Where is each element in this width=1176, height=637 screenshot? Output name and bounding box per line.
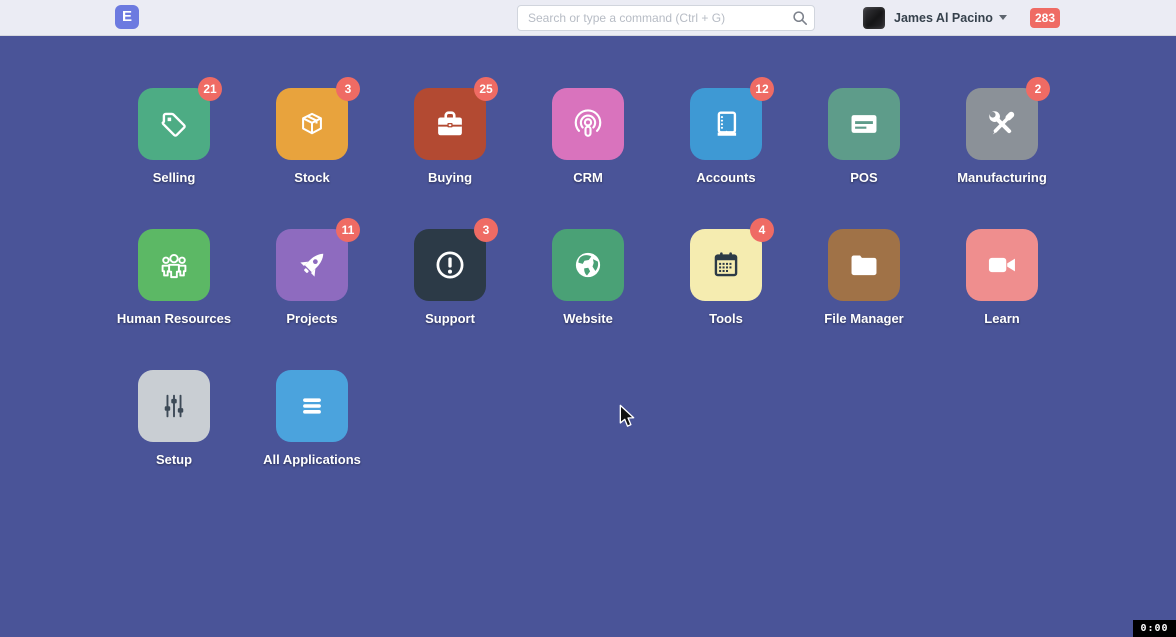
module-label: Learn: [984, 311, 1019, 326]
module-label: Accounts: [696, 170, 755, 185]
user-name: James Al Pacino: [894, 11, 993, 25]
search-icon: [792, 10, 808, 26]
module-cell: All Applications: [243, 370, 381, 467]
app-tile-website[interactable]: [552, 229, 624, 301]
module-label: Tools: [709, 311, 743, 326]
module-label: Selling: [153, 170, 196, 185]
notification-badge: 11: [336, 218, 360, 242]
module-label: All Applications: [263, 452, 361, 467]
user-avatar: [863, 7, 885, 29]
app-tile-tools[interactable]: 4: [690, 229, 762, 301]
menu-icon: [293, 387, 331, 425]
globe-icon: [569, 246, 607, 284]
app-logo[interactable]: E: [115, 5, 139, 29]
people-icon: [155, 246, 193, 284]
notification-badge: 21: [198, 77, 222, 101]
module-cell: 3 Stock: [243, 88, 381, 185]
module-cell: Human Resources: [105, 229, 243, 326]
chevron-down-icon: [999, 15, 1007, 20]
tag-icon: [155, 105, 193, 143]
module-label: Buying: [428, 170, 472, 185]
notification-badge: 25: [474, 77, 498, 101]
exclamation-circle-icon: [431, 246, 469, 284]
rocket-icon: [293, 246, 331, 284]
user-menu[interactable]: James Al Pacino: [863, 0, 1007, 35]
app-tile-stock[interactable]: 3: [276, 88, 348, 160]
app-tile-crm[interactable]: [552, 88, 624, 160]
module-label: Stock: [294, 170, 329, 185]
app-tile-all-applications[interactable]: [276, 370, 348, 442]
top-navbar: E James Al Pacino 283: [0, 0, 1176, 36]
sliders-icon: [155, 387, 193, 425]
module-cell: 3 Support: [381, 229, 519, 326]
calendar-icon: [707, 246, 745, 284]
module-label: Setup: [156, 452, 192, 467]
folder-icon: [845, 246, 883, 284]
podcast-icon: [569, 105, 607, 143]
app-tile-manufacturing[interactable]: 2: [966, 88, 1038, 160]
app-tile-selling[interactable]: 21: [138, 88, 210, 160]
module-cell: Setup: [105, 370, 243, 467]
notification-badge: 2: [1026, 77, 1050, 101]
module-label: Support: [425, 311, 475, 326]
module-cell: POS: [795, 88, 933, 185]
app-tile-human-resources[interactable]: [138, 229, 210, 301]
book-icon: [707, 105, 745, 143]
app-tile-buying[interactable]: 25: [414, 88, 486, 160]
module-label: Projects: [286, 311, 337, 326]
video-camera-icon: [983, 246, 1021, 284]
module-cell: 11 Projects: [243, 229, 381, 326]
module-cell: Learn: [933, 229, 1071, 326]
app-tile-file-manager[interactable]: [828, 229, 900, 301]
module-cell: 4 Tools: [657, 229, 795, 326]
notification-badge: 4: [750, 218, 774, 242]
wrench-screwdriver-icon: [983, 105, 1021, 143]
search-input[interactable]: [517, 5, 815, 31]
module-cell: 12 Accounts: [657, 88, 795, 185]
notification-count-badge[interactable]: 283: [1030, 8, 1060, 28]
app-tile-accounts[interactable]: 12: [690, 88, 762, 160]
notification-badge: 3: [474, 218, 498, 242]
module-cell: CRM: [519, 88, 657, 185]
module-label: POS: [850, 170, 877, 185]
briefcase-icon: [431, 105, 469, 143]
app-tile-projects[interactable]: 11: [276, 229, 348, 301]
module-label: Website: [563, 311, 613, 326]
module-cell: Website: [519, 229, 657, 326]
app-tile-pos[interactable]: [828, 88, 900, 160]
module-label: Human Resources: [117, 311, 231, 326]
recording-timer: 0:00: [1133, 620, 1176, 637]
global-search: [517, 5, 815, 31]
app-tile-setup[interactable]: [138, 370, 210, 442]
module-cell: 2 Manufacturing: [933, 88, 1071, 185]
module-label: File Manager: [824, 311, 903, 326]
module-label: Manufacturing: [957, 170, 1047, 185]
module-cell: 25 Buying: [381, 88, 519, 185]
module-cell: File Manager: [795, 229, 933, 326]
module-icon-grid: 21 Selling 3 Stock 25 Buying CRM: [105, 88, 1071, 511]
cube-icon: [293, 105, 331, 143]
desktop-screen: E James Al Pacino 283 21 Selling 3: [0, 0, 1176, 637]
app-tile-learn[interactable]: [966, 229, 1038, 301]
credit-card-icon: [845, 105, 883, 143]
app-tile-support[interactable]: 3: [414, 229, 486, 301]
notification-badge: 3: [336, 77, 360, 101]
module-cell: 21 Selling: [105, 88, 243, 185]
notification-badge: 12: [750, 77, 774, 101]
module-label: CRM: [573, 170, 603, 185]
